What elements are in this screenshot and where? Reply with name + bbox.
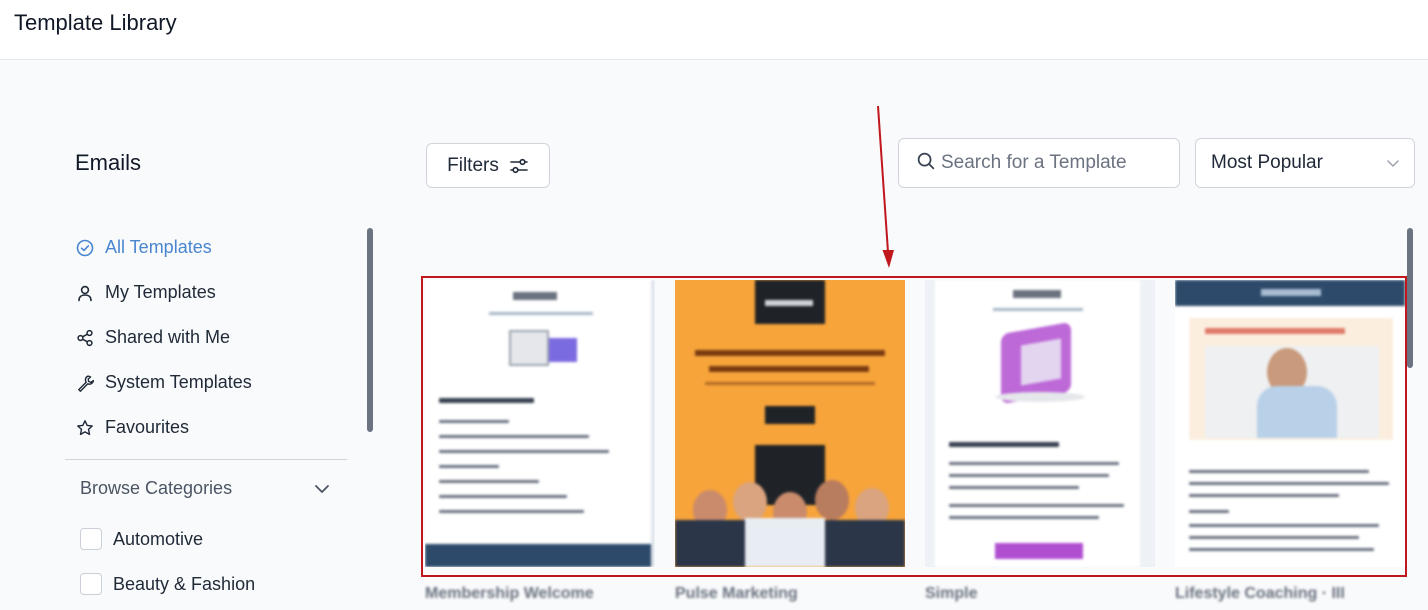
sidebar-heading: Emails: [75, 150, 142, 175]
browse-categories-label: Browse Categories: [80, 478, 233, 498]
template-thumbnail: [925, 280, 1155, 567]
top-bar: Template Library: [0, 0, 1428, 60]
sidebar-nav: All Templates My Templates Shared with M…: [75, 225, 355, 450]
sidebar-item-all-templates[interactable]: All Templates: [75, 225, 355, 270]
search-icon: [917, 152, 935, 175]
template-card-membership-welcome[interactable]: [425, 280, 655, 567]
template-card-lifestyle-coaching[interactable]: [1175, 280, 1405, 567]
user-icon: [75, 283, 95, 303]
share-icon: [75, 328, 95, 348]
filters-button[interactable]: Filters: [426, 143, 550, 188]
sidebar-divider: [65, 459, 347, 460]
check-circle-icon: [75, 238, 95, 258]
template-card-simple[interactable]: [925, 280, 1155, 567]
sidebar-item-label: System Templates: [105, 372, 252, 392]
template-name[interactable]: Lifestyle Coaching · III: [1175, 585, 1345, 603]
category-automotive[interactable]: Automotive: [80, 528, 203, 550]
sidebar-item-shared-with-me[interactable]: Shared with Me: [75, 315, 355, 360]
sidebar-item-label: My Templates: [105, 282, 216, 302]
sort-select[interactable]: Most Popular: [1195, 138, 1415, 188]
template-name[interactable]: Membership Welcome: [425, 585, 594, 603]
star-icon: [75, 418, 95, 438]
category-checkbox[interactable]: [80, 528, 102, 550]
template-name[interactable]: Pulse Marketing: [675, 585, 798, 603]
template-thumbnail: [1175, 280, 1405, 567]
browse-categories-toggle[interactable]: Browse Categories: [80, 478, 330, 499]
category-label: Automotive: [113, 528, 204, 549]
category-label: Beauty & Fashion: [113, 573, 256, 594]
main-scrollbar[interactable]: [1407, 228, 1413, 368]
search-input[interactable]: [941, 152, 1171, 174]
chevron-down-icon: [1386, 152, 1400, 174]
category-checkbox[interactable]: [80, 573, 102, 595]
sliders-icon: [509, 157, 529, 175]
sidebar-scrollbar[interactable]: [367, 228, 373, 432]
sidebar-item-label: All Templates: [105, 237, 212, 257]
template-thumbnail: [675, 280, 905, 567]
search-box: [898, 138, 1180, 188]
page-title: Template Library: [14, 10, 177, 35]
sidebar-item-my-templates[interactable]: My Templates: [75, 270, 355, 315]
category-beauty-fashion[interactable]: Beauty & Fashion: [80, 573, 255, 595]
template-name[interactable]: Simple: [925, 585, 977, 603]
sort-value: Most Popular: [1211, 152, 1323, 173]
sidebar-item-system-templates[interactable]: System Templates: [75, 360, 355, 405]
wrench-icon: [75, 373, 95, 393]
template-card-pulse-marketing[interactable]: [675, 280, 905, 567]
chevron-down-icon: [314, 478, 330, 499]
sidebar-item-label: Favourites: [105, 417, 190, 437]
sidebar-item-label: Shared with Me: [105, 327, 231, 347]
sidebar-item-favourites[interactable]: Favourites: [75, 405, 355, 450]
template-thumbnail: [425, 280, 655, 567]
annotation-arrow: [877, 105, 894, 268]
filters-label: Filters: [447, 154, 499, 176]
